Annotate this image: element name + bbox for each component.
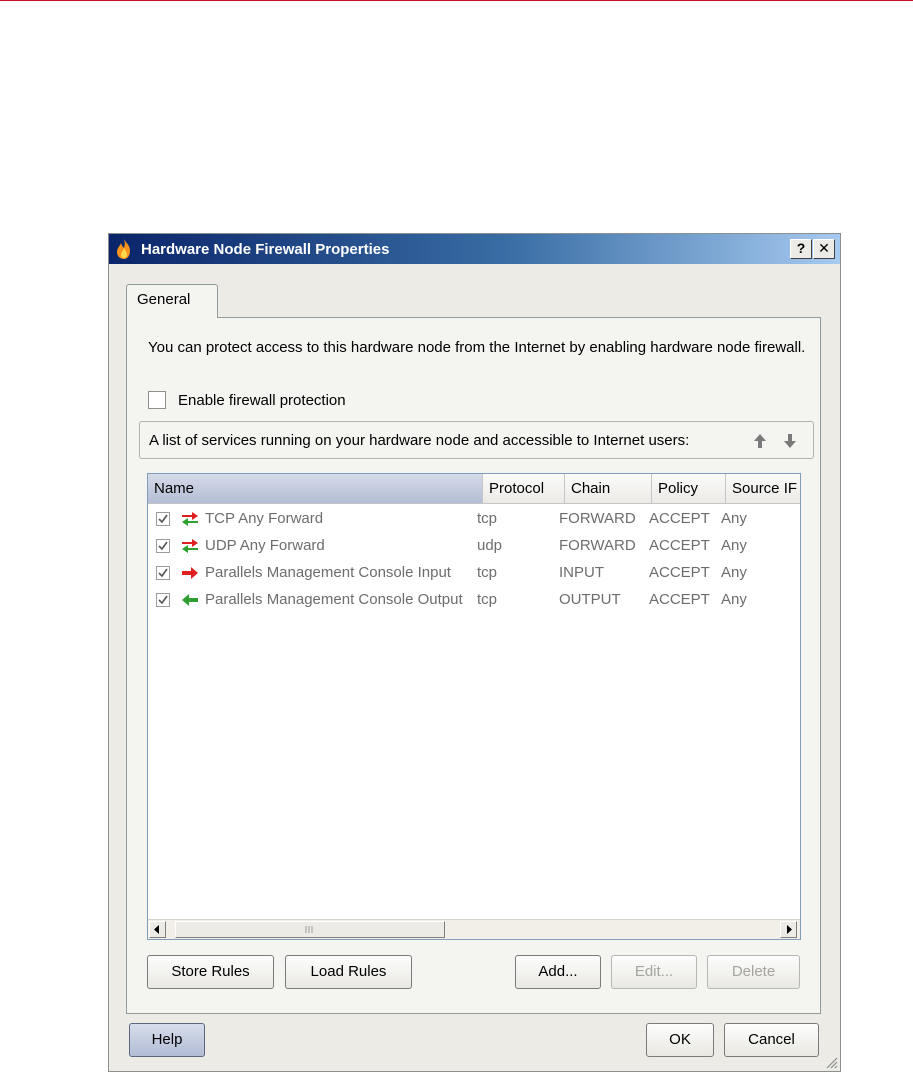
rule-source: Any [721, 591, 747, 608]
rule-chain: FORWARD [559, 537, 636, 554]
checkmark-icon [158, 541, 168, 550]
window-title: Hardware Node Firewall Properties [141, 240, 390, 258]
rule-protocol: tcp [477, 591, 498, 608]
rules-list-header: Name Protocol Chain Policy Source IF [148, 474, 800, 504]
rule-protocol: tcp [477, 510, 498, 527]
column-header-source[interactable]: Source IF [726, 474, 800, 504]
column-header-policy[interactable]: Policy [652, 474, 726, 504]
rule-source: Any [721, 564, 747, 581]
top-rule [0, 0, 913, 1]
bidirectional-arrows-icon [182, 511, 198, 526]
rule-enabled-checkbox[interactable] [156, 511, 170, 526]
scroll-right-button[interactable] [780, 921, 797, 938]
table-row[interactable]: UDP Any Forward udp FORWARD ACCEPT Any [148, 532, 781, 559]
scroll-thumb[interactable] [175, 921, 445, 938]
resize-grip-icon[interactable] [824, 1055, 838, 1069]
horizontal-scrollbar[interactable] [148, 919, 800, 939]
help-button[interactable]: Help [129, 1023, 205, 1057]
store-rules-button[interactable]: Store Rules [147, 955, 274, 989]
add-button[interactable]: Add... [515, 955, 601, 989]
checkmark-icon [158, 568, 168, 577]
column-header-protocol[interactable]: Protocol [483, 474, 565, 504]
checkmark-icon [158, 595, 168, 604]
column-header-chain[interactable]: Chain [565, 474, 652, 504]
arrow-down-icon[interactable] [782, 432, 798, 450]
enable-firewall-row[interactable]: Enable firewall protection [148, 391, 346, 409]
rule-name: Parallels Management Console Output [205, 591, 463, 608]
firewall-description: You can protect access to this hardware … [148, 339, 806, 356]
grip-lines-icon [305, 926, 313, 933]
checkmark-icon [158, 514, 168, 523]
rule-protocol: tcp [477, 564, 498, 581]
rule-name: Parallels Management Console Input [205, 564, 451, 581]
rule-enabled-checkbox[interactable] [156, 565, 170, 580]
rule-policy: ACCEPT [649, 564, 710, 581]
rule-enabled-checkbox[interactable] [156, 538, 170, 553]
rule-policy: ACCEPT [649, 591, 710, 608]
close-icon: ✕ [818, 240, 830, 256]
rule-protocol: udp [477, 537, 503, 554]
rule-chain: OUTPUT [559, 591, 621, 608]
tab-general[interactable]: General [126, 284, 218, 318]
triangle-right-icon [787, 925, 792, 934]
table-row[interactable]: TCP Any Forward tcp FORWARD ACCEPT Any [148, 505, 781, 532]
enable-firewall-checkbox[interactable] [148, 391, 166, 409]
rule-policy: ACCEPT [649, 510, 710, 527]
load-rules-button[interactable]: Load Rules [285, 955, 412, 989]
arrow-left-green-icon [182, 593, 198, 606]
delete-button[interactable]: Delete [707, 955, 800, 989]
table-row[interactable]: Parallels Management Console Input tcp I… [148, 559, 781, 586]
flame-icon [117, 239, 130, 259]
rule-name: TCP Any Forward [205, 510, 324, 527]
rule-source: Any [721, 537, 747, 554]
services-caption-bar: A list of services running on your hardw… [139, 421, 814, 459]
bidirectional-arrows-icon [182, 538, 198, 553]
rule-name: UDP Any Forward [205, 537, 325, 554]
title-bar[interactable]: Hardware Node Firewall Properties ? ✕ [109, 234, 840, 264]
arrow-right-red-icon [182, 566, 198, 579]
rule-enabled-checkbox[interactable] [156, 592, 170, 607]
triangle-left-icon [154, 925, 159, 934]
tab-general-label: General [137, 291, 191, 308]
rules-list[interactable]: Name Protocol Chain Policy Source IF TCP… [147, 473, 801, 940]
enable-firewall-label[interactable]: Enable firewall protection [178, 392, 346, 409]
table-row[interactable]: Parallels Management Console Output tcp … [148, 586, 781, 613]
services-caption: A list of services running on your hardw… [149, 431, 690, 449]
rule-chain: FORWARD [559, 510, 636, 527]
help-title-button[interactable]: ? [790, 239, 812, 259]
general-tab-panel: You can protect access to this hardware … [126, 317, 821, 1014]
cancel-button[interactable]: Cancel [724, 1023, 819, 1057]
close-title-button[interactable]: ✕ [813, 239, 835, 259]
rule-chain: INPUT [559, 564, 604, 581]
column-header-name[interactable]: Name [148, 474, 483, 504]
edit-button[interactable]: Edit... [611, 955, 697, 989]
rule-policy: ACCEPT [649, 537, 710, 554]
scroll-left-button[interactable] [149, 921, 166, 938]
arrow-up-icon[interactable] [752, 432, 768, 450]
ok-button[interactable]: OK [646, 1023, 714, 1057]
rule-source: Any [721, 510, 747, 527]
firewall-properties-dialog: Hardware Node Firewall Properties ? ✕ Ge… [108, 233, 841, 1072]
